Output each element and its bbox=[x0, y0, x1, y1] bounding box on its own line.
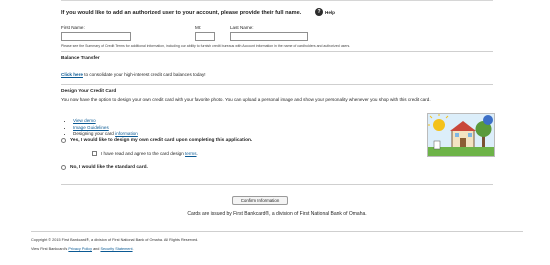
issuer-statement: Cards are issued by First Bankcard®, a d… bbox=[187, 211, 367, 217]
help-link[interactable]: ? Help bbox=[315, 8, 335, 16]
design-card-options-list: View demo Image Guidelines Designing you… bbox=[61, 118, 138, 138]
card-design-terms-link[interactable]: terms bbox=[185, 151, 196, 156]
last-name-label: Last Name: bbox=[230, 25, 254, 30]
last-name-input[interactable] bbox=[230, 32, 308, 41]
balance-transfer-title: Balance Transfer bbox=[61, 56, 100, 61]
agree-terms-option[interactable]: I have read and agree to the card design… bbox=[92, 151, 198, 156]
standard-card-option[interactable]: No, I would like the standard card. bbox=[61, 165, 148, 170]
help-icon[interactable]: ? bbox=[315, 8, 323, 16]
middle-initial-input[interactable] bbox=[195, 32, 215, 41]
authorized-user-name-row: First Name: MI: Last Name: bbox=[61, 23, 493, 43]
application-form: If you would like to add an authorized u… bbox=[31, 0, 523, 265]
help-label[interactable]: Help bbox=[325, 10, 335, 15]
designing-card-text: Designing your card bbox=[73, 131, 116, 136]
security-statement-link[interactable]: Security Statement bbox=[100, 247, 132, 251]
privacy-policy-link[interactable]: Privacy Policy bbox=[68, 247, 92, 251]
balance-transfer-description: to consolidate your high-interest credit… bbox=[82, 72, 206, 77]
design-own-card-radio[interactable] bbox=[61, 138, 66, 143]
agree-terms-period: . bbox=[196, 151, 198, 156]
footer-period: . bbox=[132, 247, 134, 251]
balance-transfer-link[interactable]: Click here bbox=[61, 72, 83, 77]
middle-initial-label: MI: bbox=[195, 25, 202, 30]
divider bbox=[61, 51, 493, 52]
agree-terms-label: I have read and agree to the card design… bbox=[101, 151, 198, 156]
agree-terms-checkbox[interactable] bbox=[92, 151, 97, 156]
list-item: Designing your card information bbox=[73, 131, 138, 138]
design-own-card-option[interactable]: Yes, I would like to design my own credi… bbox=[61, 138, 252, 143]
top-divider bbox=[61, 0, 493, 1]
standard-card-radio[interactable] bbox=[61, 165, 66, 170]
view-demo-link[interactable]: View demo bbox=[73, 118, 96, 123]
first-name-input[interactable] bbox=[61, 32, 131, 41]
design-card-description: You now have the option to design your o… bbox=[61, 97, 431, 102]
footer-view-text: View First Bankcard's bbox=[31, 247, 69, 251]
confirm-information-button[interactable]: Confirm Information bbox=[232, 196, 288, 205]
authorized-user-disclaimer: Please see the Summary of Credit Terms f… bbox=[61, 44, 351, 48]
standard-card-label[interactable]: No, I would like the standard card. bbox=[70, 165, 148, 170]
first-name-label: First Name: bbox=[61, 25, 85, 30]
card-information-link[interactable]: information bbox=[115, 131, 138, 136]
divider bbox=[61, 84, 493, 85]
custom-card-sample-image bbox=[427, 113, 495, 157]
kids-drawing-illustration bbox=[428, 114, 494, 156]
design-own-card-label[interactable]: Yes, I would like to design my own credi… bbox=[70, 138, 252, 143]
balance-transfer-text: Click here to consolidate your high-inte… bbox=[61, 72, 206, 79]
image-guidelines-link[interactable]: Image Guidelines bbox=[73, 125, 109, 130]
footer-copyright: Copyright © 2015 First Bankcard®, a divi… bbox=[31, 238, 199, 242]
footer-links: View First Bankcard's Privacy Policy and… bbox=[31, 247, 134, 252]
agree-terms-text: I have read and agree to the card design bbox=[101, 151, 186, 156]
design-card-title: Design Your Credit Card bbox=[61, 89, 117, 94]
divider bbox=[61, 184, 493, 185]
footer-divider bbox=[31, 231, 523, 232]
